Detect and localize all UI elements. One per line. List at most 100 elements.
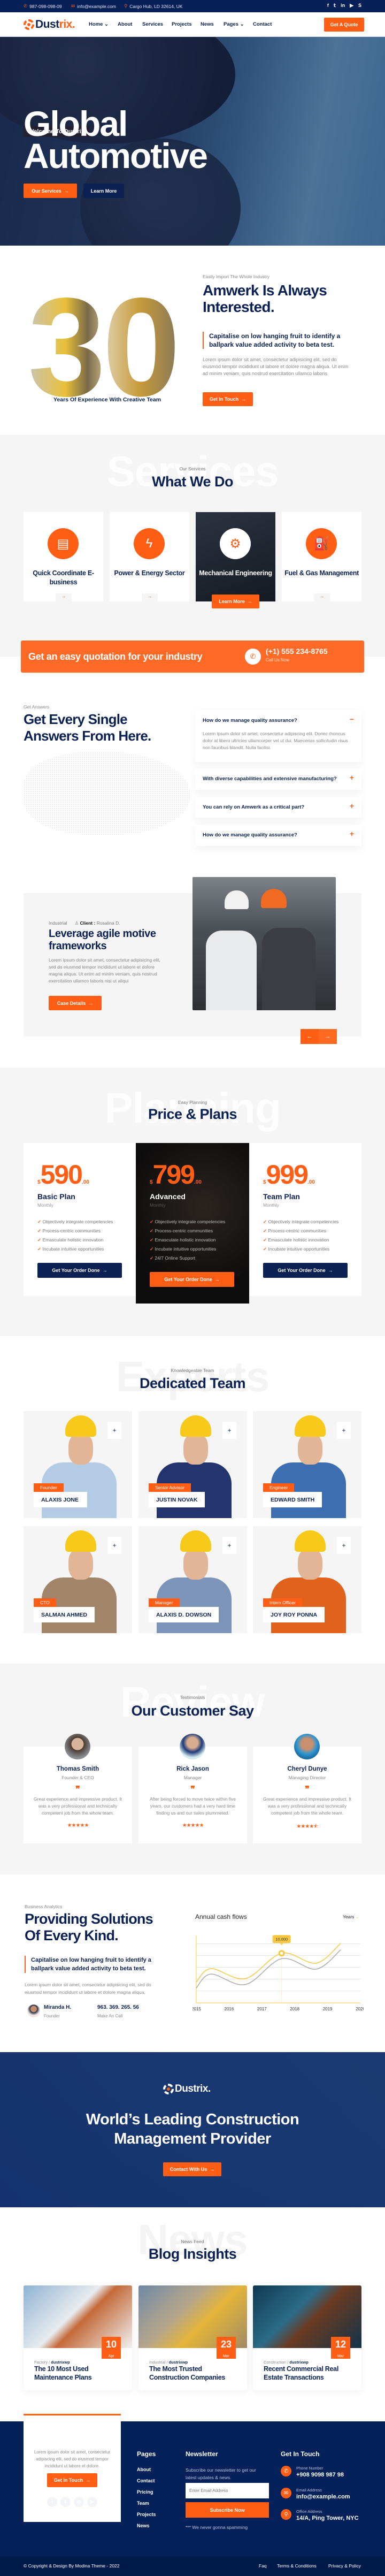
service-card[interactable]: ϟ Power & Energy Sector → bbox=[110, 512, 189, 601]
faq-answer: Lorem ipsum dolor sit amet, consectetur … bbox=[203, 731, 348, 750]
world-map-image bbox=[24, 752, 190, 835]
service-card[interactable]: ⛽ Fuel & Gas Management → bbox=[282, 512, 361, 601]
logo[interactable]: Dust rix. bbox=[24, 18, 75, 31]
price: $799.00 bbox=[150, 1160, 202, 1190]
case-details-button[interactable]: Case Details → bbox=[49, 996, 102, 1010]
nav-item-services[interactable]: Services bbox=[142, 21, 163, 27]
skype-icon[interactable]: S bbox=[358, 3, 361, 9]
blog-title-link[interactable]: Recent Commercial Real Estate Transactio… bbox=[264, 2365, 355, 2382]
nav-item-about[interactable]: About bbox=[118, 21, 132, 27]
arrow-right-icon[interactable]: → bbox=[142, 593, 158, 601]
next-arrow-button[interactable]: → bbox=[319, 1029, 337, 1044]
youtube-icon[interactable]: ▶ bbox=[350, 3, 353, 9]
service-card[interactable]: ▤ Quick Coordinate E-business → bbox=[24, 512, 103, 601]
order-button[interactable]: Get Your Order Done → bbox=[37, 1263, 122, 1278]
footer-get-in-touch-button[interactable]: Get In Touch → bbox=[47, 2473, 97, 2487]
arrow-right-icon[interactable]: → bbox=[314, 593, 330, 601]
order-button[interactable]: Get Your Order Done → bbox=[150, 1272, 234, 1287]
plus-icon[interactable]: + bbox=[107, 1537, 121, 1554]
plus-icon[interactable]: + bbox=[350, 802, 354, 810]
faq-item-open[interactable]: How do we manage quality assurance? − Lore… bbox=[195, 710, 361, 762]
learn-more-button[interactable]: Learn More → bbox=[212, 595, 259, 608]
nav-item-projects[interactable]: Projects bbox=[172, 21, 192, 27]
blog-title-link[interactable]: The 10 Most Used Maintenance Plans bbox=[34, 2365, 125, 2382]
faq-section: Get Answers Get Every Single Answers Fro… bbox=[0, 657, 385, 867]
team-member-card[interactable]: + Intern Officer JOY ROY PONNA bbox=[253, 1526, 361, 1633]
period-select[interactable]: Years ⌄ bbox=[343, 1914, 359, 1920]
gear-logo-icon bbox=[163, 2084, 174, 2094]
prev-arrow-button[interactable]: ← bbox=[301, 1029, 319, 1044]
team-member-card[interactable]: + Engineer EDWARD SMITH bbox=[253, 1411, 361, 1518]
feature-list: Objectively integrate competenciesProces… bbox=[263, 1219, 338, 1255]
footer-link-projects[interactable]: Projects bbox=[137, 2512, 156, 2517]
blog-card[interactable]: 10 Apr Factory / dustrixwp The 10 Most Used… bbox=[24, 2285, 132, 2390]
privacy-link[interactable]: Privacy & Policy bbox=[328, 2563, 361, 2569]
plus-icon[interactable]: + bbox=[107, 1422, 121, 1439]
footer-link-about[interactable]: About bbox=[137, 2467, 151, 2472]
topbar-phone[interactable]: ✆ 987-098-098-09 bbox=[24, 3, 62, 9]
instagram-icon[interactable]: ◎ bbox=[74, 2497, 84, 2507]
faq-item[interactable]: How do we manage quality assurance? + bbox=[195, 825, 361, 846]
blog-card[interactable]: 23 Mar Industrial / dustrixwp The Most Trus… bbox=[138, 2285, 247, 2390]
team-member-card[interactable]: + Founder ALAXIS JONE bbox=[24, 1411, 132, 1518]
service-title: Power & Energy Sector bbox=[114, 569, 185, 577]
blog-card[interactable]: 12 Mar Construction / dustrixwp Recent Comm… bbox=[253, 2285, 361, 2390]
contact-email: ✉ Email Address info@example.com bbox=[281, 2488, 350, 2500]
get-quote-button[interactable]: Get A Quote bbox=[324, 18, 364, 32]
twitter-icon[interactable]: 𝕥 bbox=[334, 3, 336, 9]
plus-icon[interactable]: + bbox=[337, 1537, 351, 1554]
order-button[interactable]: Get Your Order Done → bbox=[263, 1263, 348, 1278]
about-section: 30 Years Of Experience With Creative Tea… bbox=[0, 246, 385, 435]
subscribe-button[interactable]: Subscribe Now bbox=[186, 2502, 269, 2518]
contact-with-us-button[interactable]: Contact With Us → bbox=[163, 2162, 221, 2176]
get-in-touch-button[interactable]: Get In Touch → bbox=[203, 392, 253, 406]
service-title: Mechanical Engineering bbox=[199, 569, 272, 577]
quote-banner-phone[interactable]: (+1) 555 234-8765 bbox=[266, 647, 328, 656]
arrow-right-icon: → bbox=[102, 1268, 107, 1273]
footer-link-contact[interactable]: Contact bbox=[137, 2478, 155, 2483]
faq-link[interactable]: Faq bbox=[259, 2563, 267, 2569]
star-rating: ★★★★⯪ bbox=[296, 1824, 318, 1830]
plus-icon[interactable]: + bbox=[222, 1537, 236, 1554]
youtube-icon[interactable]: ▶ bbox=[87, 2497, 97, 2507]
linkedin-icon[interactable]: in bbox=[341, 3, 345, 9]
faq-item[interactable]: You can rely on Amwerk as a critical par… bbox=[195, 797, 361, 818]
arrow-right-icon: → bbox=[88, 1000, 94, 1006]
facebook-icon[interactable]: f bbox=[47, 2497, 57, 2507]
service-card-active[interactable]: ⚙ Mechanical Engineering bbox=[196, 512, 275, 601]
blueprint-icon: ▤ bbox=[48, 528, 79, 559]
terms-link[interactable]: Terms & Conditions bbox=[277, 2563, 317, 2569]
twitter-icon[interactable]: 𝕥 bbox=[60, 2497, 71, 2507]
plus-icon[interactable]: + bbox=[222, 1422, 236, 1439]
user-icon: ♙ bbox=[74, 920, 79, 926]
plus-icon[interactable]: + bbox=[350, 829, 354, 838]
team-member-card[interactable]: + Senior Advisor JUSTIN NOVAK bbox=[138, 1411, 247, 1518]
footer-link-team[interactable]: Team bbox=[137, 2501, 149, 2506]
nav-item-home[interactable]: Home ⌄ bbox=[89, 21, 109, 27]
arrow-right-icon[interactable]: → bbox=[56, 593, 72, 601]
call-number[interactable]: 963. 369. 265. 56 bbox=[97, 2005, 139, 2010]
analytics-quote: Capitalise on low hanging fruit to ident… bbox=[25, 1956, 158, 1973]
blog-title-link[interactable]: The Most Trusted Construction Companies bbox=[149, 2365, 240, 2382]
minus-icon[interactable]: − bbox=[350, 715, 354, 723]
our-services-button[interactable]: Our Services → bbox=[24, 184, 77, 198]
footer-link-news[interactable]: News bbox=[137, 2523, 150, 2528]
team-member-card[interactable]: + CTO SALMAN AHMED bbox=[24, 1526, 132, 1633]
testimonials-watermark: Review bbox=[120, 1678, 265, 1726]
mail-icon: ✉ bbox=[281, 2488, 291, 2498]
learn-more-button[interactable]: Learn More bbox=[83, 184, 124, 198]
team-member-card[interactable]: + Manager ALAXIS D. DOWSON bbox=[138, 1526, 247, 1633]
nav-item-contact[interactable]: Contact bbox=[253, 21, 272, 27]
chevron-down-icon: ⌄ bbox=[240, 21, 244, 27]
email-input[interactable] bbox=[186, 2483, 269, 2498]
plus-icon[interactable]: + bbox=[337, 1422, 351, 1439]
nav-item-pages[interactable]: Pages ⌄ bbox=[224, 21, 244, 27]
hero: Welcome To Dustrix Global Automotive Our … bbox=[0, 37, 385, 246]
facebook-icon[interactable]: f bbox=[327, 3, 329, 9]
footer-bottom-bar: © Copyright & Design By Modina Theme - 2… bbox=[0, 2556, 385, 2576]
topbar-email[interactable]: ✉ info@example.com bbox=[71, 3, 116, 9]
plus-icon[interactable]: + bbox=[350, 773, 354, 782]
nav-item-news[interactable]: News bbox=[201, 21, 214, 27]
faq-item[interactable]: With diverse capabilities and extensive … bbox=[195, 768, 361, 790]
footer-link-pricing[interactable]: Pricing bbox=[137, 2489, 153, 2495]
